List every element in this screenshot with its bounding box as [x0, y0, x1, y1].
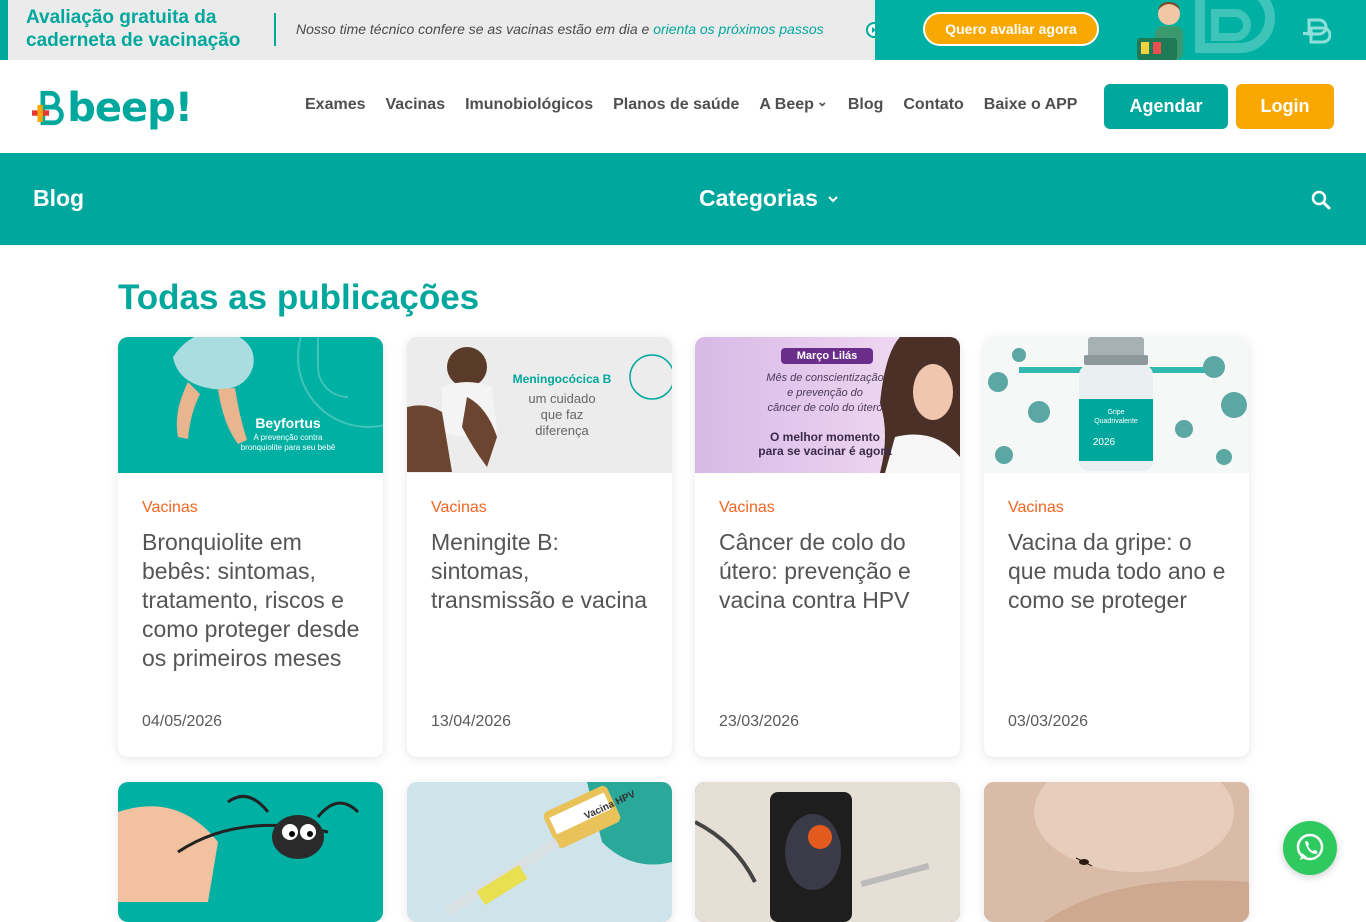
categories-label: Categorias — [699, 185, 818, 211]
image-bold1: O melhor momento — [769, 430, 880, 444]
nav-contato[interactable]: Contato — [903, 96, 963, 114]
promo-cta-area: Quero avaliar agora — [875, 0, 1366, 60]
image-line3: diferença — [535, 423, 589, 438]
post-image: Meningocócica B um cuidado que faz difer… — [407, 337, 672, 473]
image-title: Beyfortus — [255, 415, 321, 431]
image-line1: um cuidado — [528, 391, 596, 406]
post-date: 13/04/2026 — [431, 713, 512, 730]
promo-divider — [274, 13, 276, 46]
logo-text: beep! — [67, 85, 193, 131]
image-label2: Quadrivalente — [1094, 418, 1138, 425]
image-line2: que faz — [540, 407, 584, 422]
promo-banner: Avaliação gratuita da caderneta de vacin… — [0, 0, 1366, 60]
mosquito-on-skin-photo — [984, 782, 1249, 922]
nav-baixe-o-app[interactable]: Baixe o APP — [984, 96, 1078, 114]
post-card[interactable]: Beyfortus A prevenção contra bronquiolit… — [118, 337, 383, 757]
image-badge: Março Lilás — [781, 348, 873, 364]
brain-scan-photo — [695, 782, 960, 922]
post-card[interactable] — [695, 782, 960, 922]
child-photo — [1137, 2, 1183, 60]
post-card[interactable]: Vacina HPV — [407, 782, 672, 922]
post-image — [118, 782, 383, 922]
post-date: 23/03/2026 — [719, 713, 800, 730]
vaccine-syringe-photo — [444, 782, 672, 917]
image-line1: A prevenção contra — [253, 433, 323, 442]
promo-text-prefix: Nosso time técnico confere se as vacinas… — [296, 21, 654, 37]
blog-bar: Blog Categorias — [0, 153, 1366, 245]
post-category[interactable]: Vacinas — [719, 499, 775, 517]
post-date: 04/05/2026 — [142, 713, 223, 730]
blog-title[interactable]: Blog — [33, 185, 84, 212]
post-card[interactable]: Gripe Quadrivalente 2026 Vacinas Vacina … — [984, 337, 1249, 757]
post-image — [984, 782, 1249, 922]
image-year: 2026 — [1092, 437, 1116, 448]
image-title: Meningocócica B — [512, 372, 612, 386]
promo-text-highlight: orienta os próximos passos — [653, 21, 824, 37]
beep-logo[interactable]: beep! — [32, 84, 193, 132]
nav-vacinas[interactable]: Vacinas — [386, 96, 446, 114]
post-card[interactable]: Março Lilás Mês de conscientização e pre… — [695, 337, 960, 757]
post-card[interactable] — [984, 782, 1249, 922]
post-image — [695, 782, 960, 922]
beep-mini-logo-icon — [1303, 18, 1331, 44]
post-category[interactable]: Vacinas — [142, 499, 198, 517]
promo-cta-button[interactable]: Quero avaliar agora — [923, 12, 1099, 46]
agendar-button[interactable]: Agendar — [1104, 84, 1228, 129]
post-card[interactable]: Meningocócica B um cuidado que faz difer… — [407, 337, 672, 757]
post-image: Gripe Quadrivalente 2026 — [984, 337, 1249, 473]
image-line1: Mês de conscientização — [766, 372, 884, 384]
whatsapp-icon — [1296, 833, 1324, 861]
post-image: Vacina HPV — [407, 782, 672, 922]
post-title[interactable]: Vacina da gripe: o que muda todo ano e c… — [1008, 528, 1230, 615]
post-image: Março Lilás Mês de conscientização e pre… — [695, 337, 960, 473]
main-nav: Exames Vacinas Imunobiológicos Planos de… — [305, 96, 1077, 114]
post-title[interactable]: Bronquiolite em bebês: sintomas, tratame… — [142, 528, 364, 673]
nav-exames[interactable]: Exames — [305, 96, 366, 114]
search-icon[interactable] — [1310, 189, 1332, 211]
post-title[interactable]: Câncer de colo do útero: prevenção e vac… — [719, 528, 941, 615]
promo-title: Avaliação gratuita da caderneta de vacin… — [26, 7, 241, 51]
post-category[interactable]: Vacinas — [1008, 499, 1064, 517]
vaccine-vial-illustration — [988, 337, 1247, 471]
nav-blog[interactable]: Blog — [848, 96, 884, 114]
site-header: beep! Exames Vacinas Imunobiológicos Pla… — [0, 60, 1366, 153]
page-title: Todas as publicações — [118, 278, 480, 317]
whatsapp-button[interactable] — [1283, 821, 1337, 875]
post-title[interactable]: Meningite B: sintomas, transmissão e vac… — [431, 528, 653, 615]
login-button[interactable]: Login — [1236, 84, 1334, 129]
post-image: Beyfortus A prevenção contra bronquiolit… — [118, 337, 383, 473]
post-category[interactable]: Vacinas — [431, 499, 487, 517]
promo-stripe — [0, 0, 8, 60]
post-card[interactable] — [118, 782, 383, 922]
nav-a-beep-dropdown[interactable]: A Beep — [759, 96, 827, 114]
image-bold2: para se vacinar é agora — [758, 444, 892, 458]
image-line2: e prevenção do — [787, 387, 863, 399]
nav-planos-de-saude[interactable]: Planos de saúde — [613, 96, 739, 114]
post-date: 03/03/2026 — [1008, 713, 1089, 730]
promo-text: Nosso time técnico confere se as vacinas… — [296, 21, 824, 37]
chevron-down-icon — [828, 195, 838, 202]
mosquito-illustration — [118, 794, 360, 902]
image-line3: câncer de colo do útero — [767, 402, 883, 414]
categories-dropdown[interactable]: Categorias — [699, 185, 840, 212]
promo-info-area: Avaliação gratuita da caderneta de vacin… — [0, 0, 882, 60]
beep-logo-mark-icon — [32, 90, 64, 126]
nav-imunobiologicos[interactable]: Imunobiológicos — [465, 96, 593, 114]
image-label1: Gripe — [1107, 409, 1125, 416]
image-line2: bronquiolite para seu bebê — [240, 443, 336, 452]
baby-illustration — [173, 337, 383, 444]
